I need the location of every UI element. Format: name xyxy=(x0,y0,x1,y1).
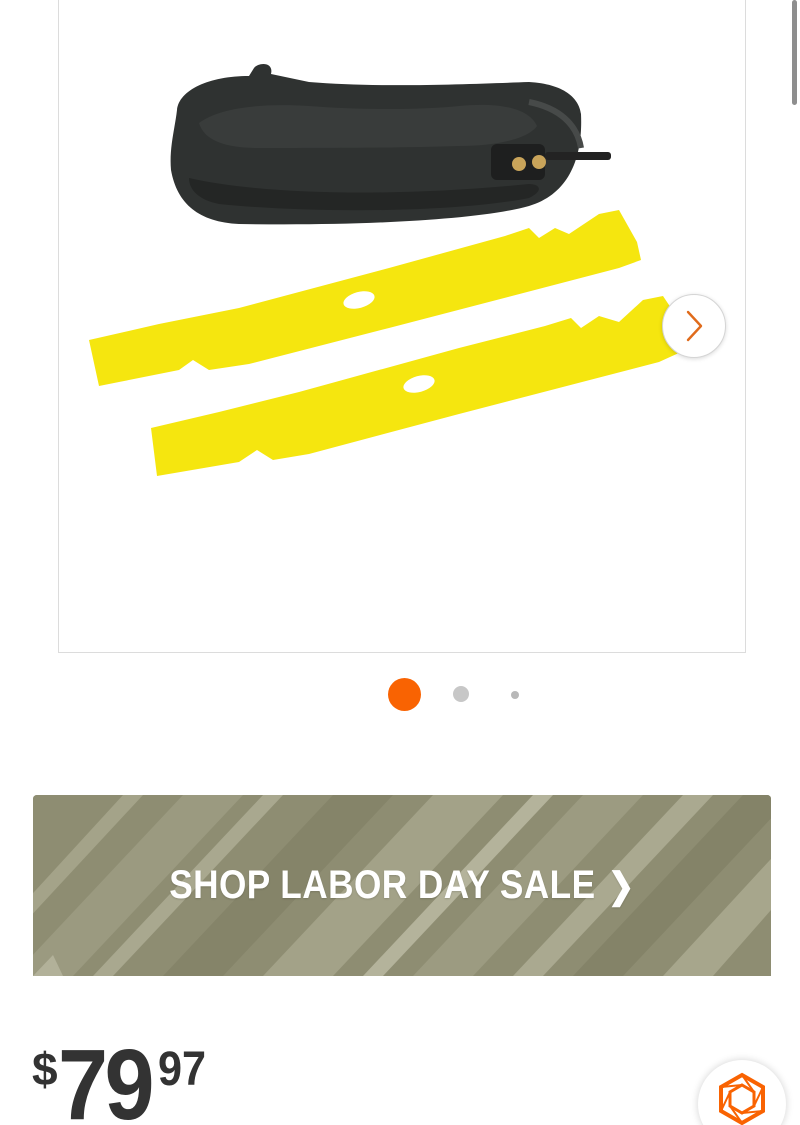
chevron-right-icon: ❯ xyxy=(607,864,635,906)
product-image xyxy=(89,64,681,476)
price-currency: $ xyxy=(32,1043,58,1095)
pagination-dot[interactable] xyxy=(453,686,469,702)
chat-button[interactable] xyxy=(698,1060,786,1125)
chevron-right-icon xyxy=(686,310,703,342)
deflector-chute-illustration xyxy=(170,64,611,225)
banner-label: SHOP LABOR DAY SALE xyxy=(169,863,596,907)
banner-cta: SHOP LABOR DAY SALE ❯ xyxy=(77,795,726,976)
scrollbar[interactable] xyxy=(792,0,797,105)
labor-day-sale-banner[interactable]: SHOP LABOR DAY SALE ❯ xyxy=(33,795,771,976)
next-image-button[interactable] xyxy=(662,294,726,358)
price-cents: 97 xyxy=(158,1043,207,1096)
carousel-pagination xyxy=(0,678,800,712)
price-dollars: 79 xyxy=(58,1029,155,1125)
pagination-dot-active[interactable] xyxy=(388,678,421,711)
product-image-gallery[interactable] xyxy=(58,0,746,653)
hexagon-chat-icon xyxy=(719,1072,765,1125)
pagination-dot[interactable] xyxy=(511,691,519,699)
product-page: SHOP LABOR DAY SALE ❯ $ 79 97 xyxy=(0,0,800,1125)
